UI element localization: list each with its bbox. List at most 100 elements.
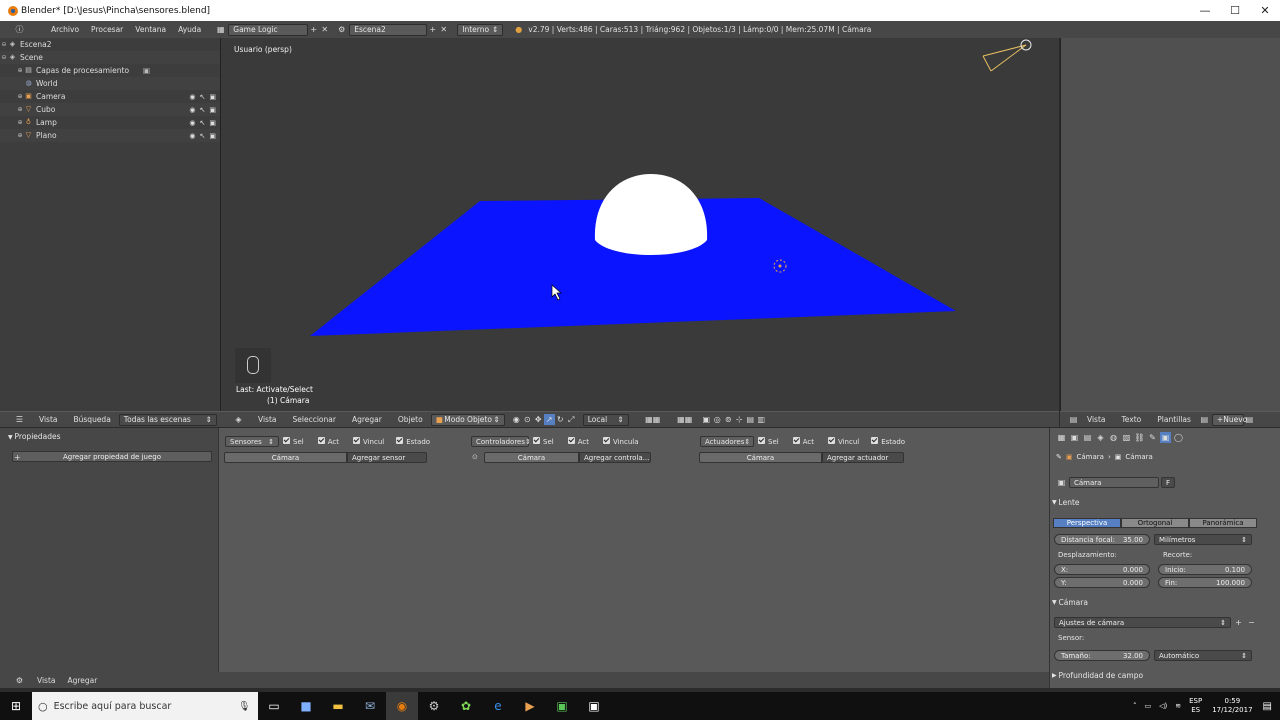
windows-start-icon[interactable]: ⊞ <box>0 692 32 720</box>
viewport-menu-seleccionar[interactable]: Seleccionar <box>293 415 336 424</box>
tray-chevron-icon[interactable]: ˄ <box>1133 702 1137 710</box>
render-animation-icon[interactable]: ▥ <box>756 414 767 425</box>
mail-icon[interactable]: ✉ <box>354 692 386 720</box>
close-button[interactable]: ✕ <box>1250 0 1280 21</box>
menu-procesar[interactable]: Procesar <box>91 25 123 34</box>
fake-user-button[interactable]: F <box>1161 477 1175 488</box>
projection-orthographic[interactable]: Ortogonal <box>1121 517 1189 528</box>
lock-layers-icon[interactable]: ▣ <box>701 414 712 425</box>
camtasia-recorder-icon[interactable]: ▣ <box>578 692 610 720</box>
collapse-icon[interactable]: ⊖ <box>0 41 8 48</box>
orientation-dropdown[interactable]: Local ⇕ <box>582 413 629 426</box>
screen-layout-icon[interactable]: ▦ <box>215 24 226 35</box>
outliner-item-plano[interactable]: ⊕ ▽ Plano ◉ ↖ ▣ <box>0 129 220 142</box>
projection-perspective[interactable]: Perspectiva <box>1053 517 1121 528</box>
remove-screen-icon[interactable]: ✕ <box>319 24 330 35</box>
render-layer-toggle-icon[interactable]: ▣ <box>143 66 150 75</box>
settings-app-icon[interactable]: ⚙ <box>418 692 450 720</box>
snap-icon[interactable]: ⊚ <box>723 414 734 425</box>
text-menu-texto[interactable]: Texto <box>1122 415 1142 424</box>
layers-icon-2[interactable]: ▦▦ <box>669 414 701 425</box>
properties-panel-title[interactable]: ▼ Propiedades <box>8 432 61 441</box>
green-app-icon[interactable]: ✿ <box>450 692 482 720</box>
mode-dropdown[interactable]: ■ Modo Objeto ⇕ <box>430 413 505 426</box>
lens-panel-header[interactable]: ▼ Lente <box>1052 496 1260 508</box>
add-game-property-button[interactable]: Agregar propiedad de juego <box>12 451 212 462</box>
projection-panoramic[interactable]: Panorámica <box>1189 517 1257 528</box>
text-menu-plantillas[interactable]: Plantillas <box>1157 415 1191 424</box>
add-scene-icon[interactable]: + <box>427 24 438 35</box>
task-view-icon[interactable]: ▭ <box>258 692 290 720</box>
blender-taskbar-icon[interactable]: ◉ <box>386 692 418 720</box>
layers-icon[interactable]: ▦▦ <box>637 414 669 425</box>
render-layers-tab-icon[interactable]: ▤ <box>1082 432 1093 443</box>
language-indicator[interactable]: ESP ES <box>1189 697 1202 715</box>
browse-text-icon[interactable]: ▤ <box>1199 414 1210 425</box>
controllers-sel-check[interactable]: Sel <box>533 437 554 446</box>
logic-menu-vista[interactable]: Vista <box>37 676 56 685</box>
constraints-tab-icon[interactable]: ⛓ <box>1134 432 1145 443</box>
actuators-estado-check[interactable]: Estado <box>871 437 905 446</box>
expand-icon[interactable]: ⊕ <box>16 132 24 139</box>
outliner-item-lamp[interactable]: ⊕ ♁ Lamp ◉ ↖ ▣ <box>0 116 220 129</box>
menu-ventana[interactable]: Ventana <box>135 25 166 34</box>
collapse-icon[interactable]: ⊖ <box>0 54 8 61</box>
editor-type-icon[interactable]: ▤ <box>1068 414 1079 425</box>
sensors-estado-check[interactable]: Estado <box>396 437 430 446</box>
scale-icon[interactable]: ⤢ <box>566 414 577 425</box>
rotate-icon[interactable]: ↻ <box>555 414 566 425</box>
notifications-icon[interactable]: ▤ <box>1263 701 1272 712</box>
editor-type-icon[interactable]: ◈ <box>233 414 244 425</box>
render-icon[interactable]: ▣ <box>209 106 216 114</box>
shading-icon[interactable]: ◉ <box>511 414 522 425</box>
sensors-act-check[interactable]: Act <box>317 437 339 446</box>
clip-start-field[interactable]: Inicio: 0.100 <box>1158 564 1252 575</box>
render-tab-icon[interactable]: ▣ <box>1069 432 1080 443</box>
add-controller-dropdown[interactable]: Agregar controla... <box>579 452 651 463</box>
add-actuator-dropdown[interactable]: Agregar actuador <box>822 452 904 463</box>
expand-icon[interactable]: ⊕ <box>16 93 24 100</box>
sensor-size-field[interactable]: Tamaño: 32.00 <box>1054 650 1150 661</box>
eye-icon[interactable]: ◉ <box>189 106 195 114</box>
scene-icon[interactable]: ⚙ <box>336 24 347 35</box>
pin-icon[interactable]: ✎ <box>1056 453 1062 461</box>
outliner-item-render-layers[interactable]: ⊕ ▤ Capas de procesamiento ▣ <box>0 64 220 77</box>
wifi-icon[interactable]: ≋ <box>1175 702 1181 710</box>
shift-x-field[interactable]: X: 0.000 <box>1054 564 1150 575</box>
actuators-sel-check[interactable]: Sel <box>758 437 779 446</box>
expand-icon[interactable]: ⊕ <box>16 106 24 113</box>
outliner-filter-dropdown[interactable]: Todas las escenas ⇕ <box>118 413 217 426</box>
translate-icon[interactable]: ↗ <box>543 414 555 425</box>
sensors-sel-check[interactable]: Sel <box>283 437 304 446</box>
outliner-item-escena2[interactable]: ⊖ ◈ Escena2 <box>0 38 220 51</box>
physics-tab-icon[interactable]: ◯ <box>1173 432 1184 443</box>
camtasia-icon[interactable]: ▣ <box>546 692 578 720</box>
scene-tab-icon[interactable]: ◈ <box>1095 432 1106 443</box>
camera-datablock-field[interactable]: Cámara <box>1069 477 1159 488</box>
modifiers-tab-icon[interactable]: ✎ <box>1147 432 1158 443</box>
remove-scene-icon[interactable]: ✕ <box>438 24 449 35</box>
viewport-menu-objeto[interactable]: Objeto <box>398 415 423 424</box>
world-tab-icon[interactable]: ◍ <box>1108 432 1119 443</box>
network-icon[interactable]: ▭ <box>1144 702 1151 710</box>
shift-y-field[interactable]: Y: 0.000 <box>1054 577 1150 588</box>
white-dome[interactable] <box>594 174 708 255</box>
new-text-button[interactable]: + Nuevo <box>1211 413 1247 426</box>
outliner-item-world[interactable]: ◍ World <box>0 77 220 90</box>
screen-layout-field[interactable]: Game Logic <box>228 23 309 36</box>
editor-type-icon[interactable]: ⓘ <box>14 24 25 35</box>
render-icon[interactable]: ▣ <box>209 119 216 127</box>
proportional-edit-icon[interactable]: ◎ <box>712 414 723 425</box>
render-icon[interactable]: ▣ <box>209 132 216 140</box>
clip-end-field[interactable]: Fin: 100.000 <box>1158 577 1252 588</box>
outliner-item-camera[interactable]: ⊕ ▣ Camera ◉ ↖ ▣ <box>0 90 220 103</box>
render-engine-dropdown[interactable]: Interno ⇕ <box>457 23 504 36</box>
outliner-menu-busqueda[interactable]: Búsqueda <box>74 415 111 424</box>
add-screen-icon[interactable]: + <box>308 24 319 35</box>
menu-archivo[interactable]: Archivo <box>51 25 79 34</box>
eye-icon[interactable]: ◉ <box>189 119 195 127</box>
focal-length-field[interactable]: Distancia focal: 35.00 <box>1054 534 1150 545</box>
controllers-object-name[interactable]: Cámara <box>484 452 579 463</box>
eye-icon[interactable]: ◉ <box>189 93 195 101</box>
object-tab-icon[interactable]: ▧ <box>1121 432 1132 443</box>
